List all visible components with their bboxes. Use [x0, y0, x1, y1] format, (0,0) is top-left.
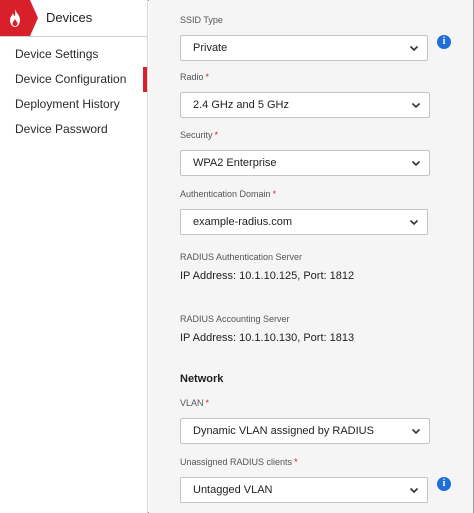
security-select[interactable]: WPA2 Enterprise [180, 150, 430, 176]
unassigned-clients-field: Unassigned RADIUS clients * Untagged VLAN [180, 456, 428, 503]
radius-auth-server-value: IP Address: 10.1.10.125, Port: 1812 [180, 270, 355, 282]
sidebar-item-deployment-history[interactable]: Deployment History [0, 92, 147, 117]
sidebar-title: Devices [46, 10, 93, 25]
radius-auth-server-field: RADIUS Authentication Server IP Address:… [180, 251, 354, 282]
unassigned-clients-label: Unassigned RADIUS clients * [180, 457, 298, 467]
radio-value: 2.4 GHz and 5 GHz [193, 99, 289, 111]
sidebar-item-device-settings[interactable]: Device Settings [0, 42, 147, 67]
chevron-down-icon [409, 219, 419, 226]
auth-domain-select[interactable]: example-radius.com [180, 209, 428, 235]
security-value: WPA2 Enterprise [193, 157, 277, 169]
info-icon[interactable]: i [437, 477, 451, 491]
radio-field: Radio * 2.4 GHz and 5 GHz [180, 71, 430, 118]
radius-acct-server-label: RADIUS Accounting Server [180, 314, 290, 324]
auth-domain-value: example-radius.com [193, 216, 293, 228]
vlan-select[interactable]: Dynamic VLAN assigned by RADIUS [180, 418, 430, 444]
ssid-type-select[interactable]: Private [180, 35, 428, 61]
radius-acct-server-field: RADIUS Accounting Server IP Address: 10.… [180, 313, 354, 344]
vlan-field: VLAN * Dynamic VLAN assigned by RADIUS [180, 397, 430, 444]
unassigned-clients-select[interactable]: Untagged VLAN [180, 477, 428, 503]
vlan-value: Dynamic VLAN assigned by RADIUS [193, 425, 374, 437]
unassigned-clients-value: Untagged VLAN [193, 484, 273, 496]
sidebar-nav: Device Settings Device Configuration Dep… [0, 42, 147, 142]
sidebar-item-device-configuration[interactable]: Device Configuration [0, 67, 147, 92]
configuration-panel: SSID Type Private i Radio * 2.4 GHz and 5… [149, 0, 473, 513]
radio-select[interactable]: 2.4 GHz and 5 GHz [180, 92, 430, 118]
flame-icon [10, 9, 20, 27]
brand-logo [0, 0, 30, 36]
chevron-down-icon [411, 160, 421, 167]
vlan-label: VLAN * [180, 398, 210, 408]
ssid-type-label: SSID Type [180, 15, 223, 25]
brand-notch [30, 0, 38, 36]
radius-auth-server-label: RADIUS Authentication Server [180, 252, 303, 262]
radius-acct-server-value: IP Address: 10.1.10.130, Port: 1813 [180, 332, 355, 344]
auth-domain-label: Authentication Domain * [180, 189, 277, 199]
chevron-down-icon [411, 428, 421, 435]
radio-label: Radio * [180, 72, 210, 82]
sidebar: Devices Device Settings Device Configura… [0, 0, 148, 513]
security-label: Security * [180, 130, 219, 140]
chevron-down-icon [411, 102, 421, 109]
network-heading: Network [180, 373, 224, 385]
chevron-down-icon [409, 487, 419, 494]
ssid-type-field: SSID Type Private [180, 14, 428, 61]
sidebar-divider [0, 36, 147, 37]
sidebar-item-device-password[interactable]: Device Password [0, 117, 147, 142]
chevron-down-icon [409, 45, 419, 52]
security-field: Security * WPA2 Enterprise [180, 129, 430, 176]
ssid-type-value: Private [193, 42, 228, 54]
auth-domain-field: Authentication Domain * example-radius.co… [180, 188, 428, 235]
info-icon[interactable]: i [437, 35, 451, 49]
